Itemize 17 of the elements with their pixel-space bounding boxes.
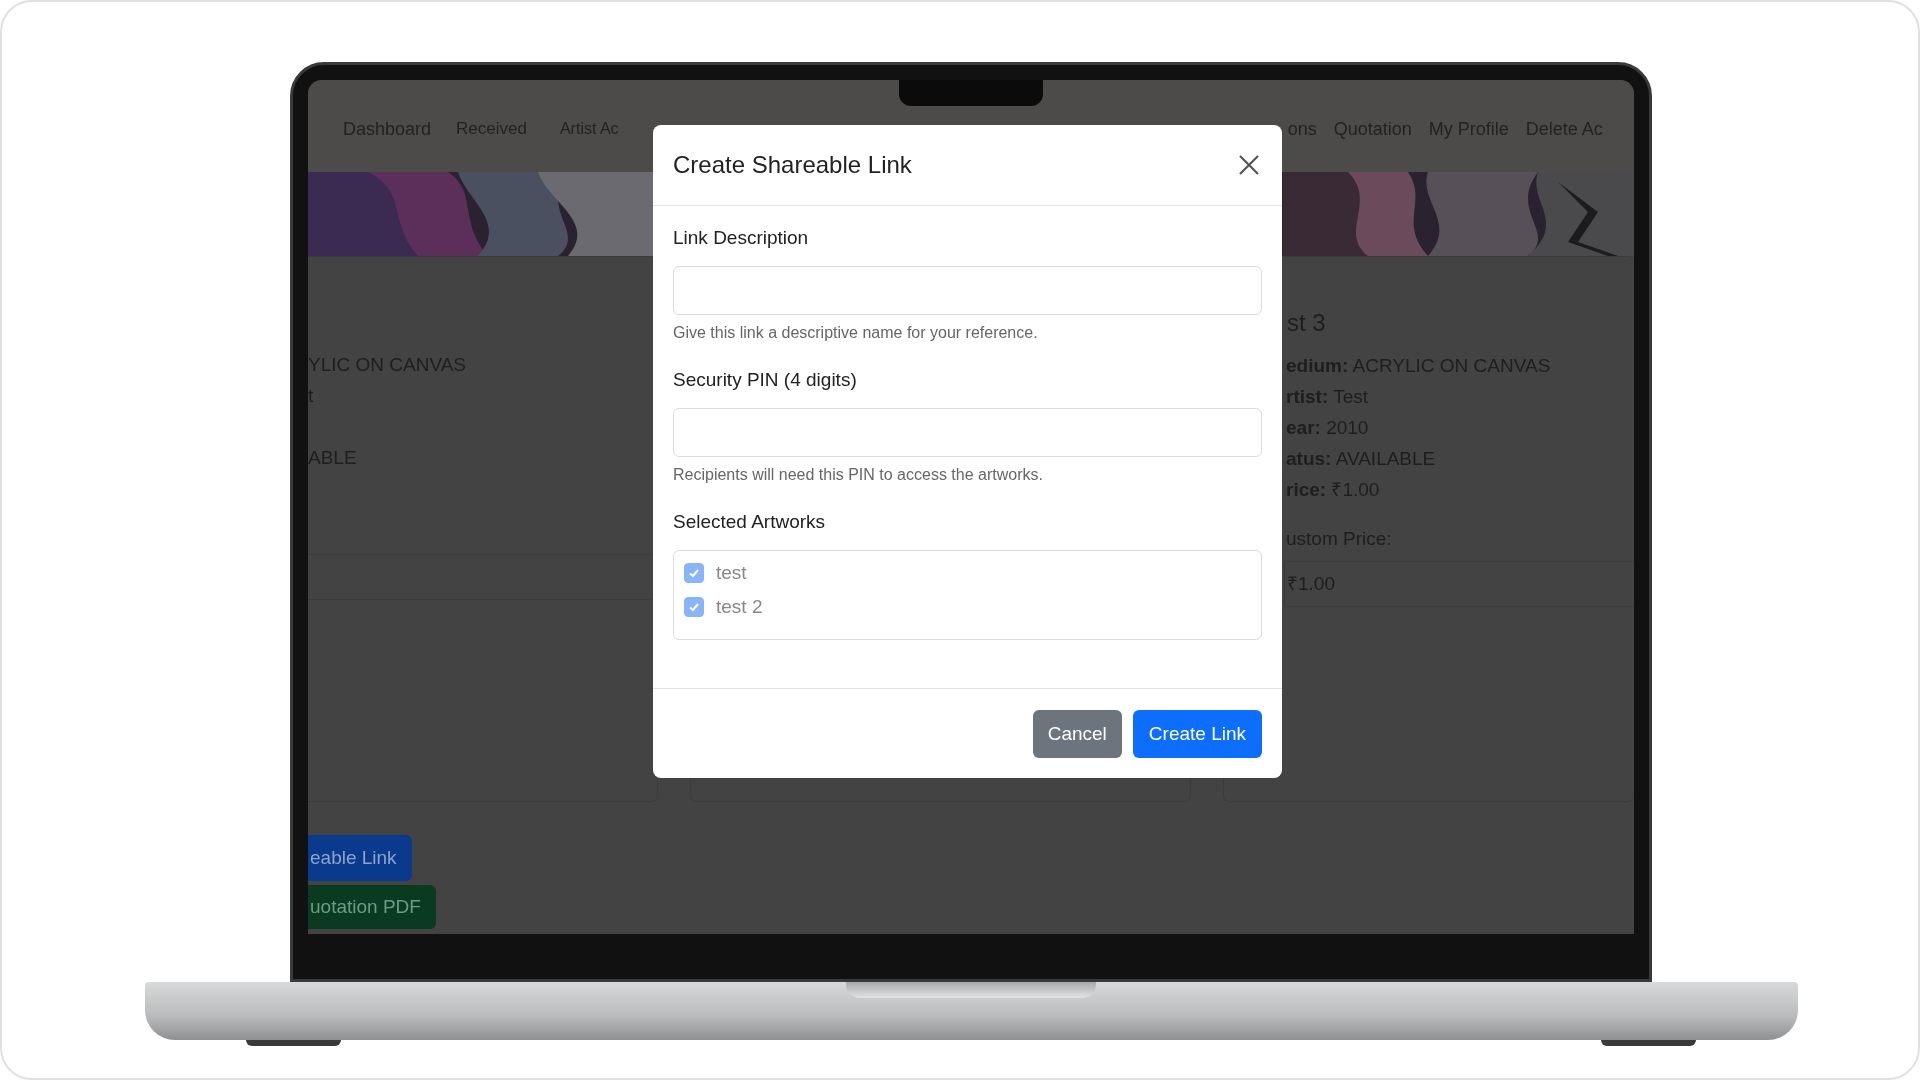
field-label: Link Description: [673, 226, 810, 250]
page-button[interactable]: uotation PDF: [308, 885, 436, 929]
checkbox[interactable]: [684, 563, 704, 583]
field-label: Security PIN (4 digits): [673, 368, 858, 392]
help-text: Recipients will need this PIN to access the artworks.: [673, 466, 1044, 485]
page-button[interactable]: eable Link: [308, 835, 412, 881]
modal-title: Create Shareable Link: [673, 151, 912, 179]
create-link-button[interactable]: Create Link: [1132, 709, 1262, 758]
checkbox[interactable]: [684, 597, 704, 617]
close-icon: [1238, 154, 1260, 176]
help-text: Give this link a descriptive name for your reference.: [673, 324, 1039, 343]
checkbox-label: test: [716, 562, 747, 584]
cancel-button[interactable]: Cancel: [1032, 709, 1122, 758]
checkbox-label: test 2: [716, 596, 763, 618]
input-field[interactable]: [673, 408, 1262, 457]
field-label: Selected Artworks: [673, 510, 827, 534]
input-field[interactable]: [673, 266, 1262, 315]
